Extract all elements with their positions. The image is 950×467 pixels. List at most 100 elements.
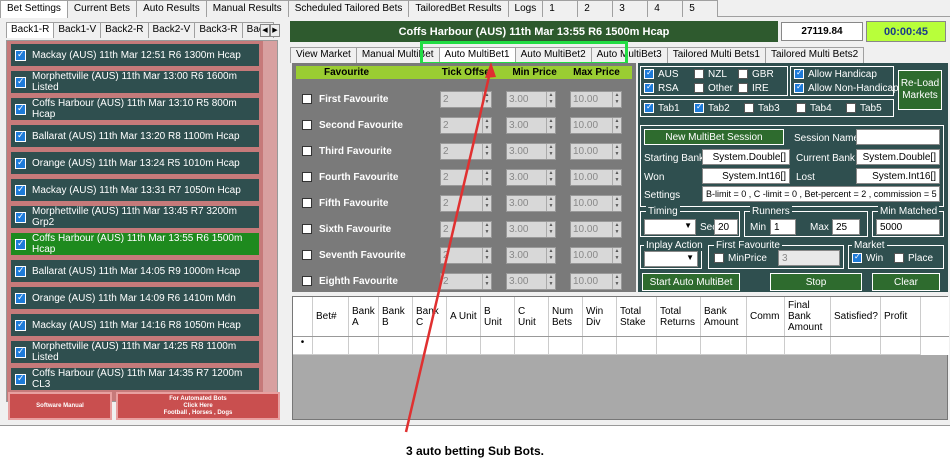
checkbox-icon[interactable] [15,292,26,304]
column-header[interactable]: Satisfied? [831,297,881,336]
tick-offset-stepper[interactable]: 2 ▲ ▼ [440,272,492,290]
spin-arrows-icon[interactable]: ▲ ▼ [546,117,555,133]
checkbox-icon[interactable] [794,82,804,94]
checkbox-icon[interactable] [694,83,704,94]
tab-tailored-multi-bets2[interactable]: Tailored Multi Bets2 [764,47,865,63]
tick-offset-stepper[interactable]: 2 ▲ ▼ [440,168,492,186]
tab-4[interactable]: 4 [647,0,684,17]
race-item[interactable]: Ballarat (AUS) 11th Mar 14:05 R9 1000m H… [11,260,259,282]
tick-offset-stepper[interactable]: 2 ▲ ▼ [440,220,492,238]
checkbox-icon[interactable] [15,130,26,142]
checkbox-icon[interactable] [714,253,724,264]
max-price-stepper[interactable]: 10.00 ▲ ▼ [570,90,622,108]
column-header[interactable]: Bank B [379,297,413,336]
checkbox-icon[interactable] [846,103,856,114]
column-header[interactable]: B Unit [481,297,515,336]
race-item[interactable]: Morphettville (AUS) 11th Mar 13:45 R7 32… [11,206,259,228]
grid-cell[interactable] [701,337,747,355]
country-aus[interactable]: AUS [644,68,679,80]
spin-arrows-icon[interactable]: ▲ ▼ [612,195,621,211]
tab-tailoredbet-results[interactable]: TailoredBet Results [408,0,509,17]
checkbox-icon[interactable] [15,238,26,250]
column-header[interactable]: Bank Amount [701,297,747,336]
column-header[interactable]: Num Bets [549,297,583,336]
tab-bet-settings[interactable]: Bet Settings [0,0,68,18]
checkbox-icon[interactable] [15,157,26,169]
start-auto-multibet-button[interactable]: Start Auto MultiBet [642,273,740,291]
min-price-stepper[interactable]: 3.00 ▲ ▼ [506,116,556,134]
grid-cell[interactable] [747,337,785,355]
tab1-checkbox[interactable]: Tab1 [644,102,680,114]
runners-max-stepper[interactable]: 25 [832,219,860,235]
grid-cell[interactable] [515,337,549,355]
tick-offset-stepper[interactable]: 2 ▲ ▼ [440,142,492,160]
tab-5[interactable]: 5 [682,0,719,17]
new-multibet-session-button[interactable]: New MultiBet Session [644,129,784,145]
allow-handicap-checkbox[interactable]: Allow Handicap [794,68,877,80]
tab3-checkbox[interactable]: Tab3 [744,103,780,114]
spin-arrows-icon[interactable]: ▲ ▼ [482,117,491,133]
column-header[interactable]: C Unit [515,297,549,336]
column-header[interactable]: Total Returns [657,297,701,336]
checkbox-icon[interactable] [852,252,862,264]
race-item[interactable]: Orange (AUS) 11th Mar 13:24 R5 1010m Hca… [11,152,259,174]
tab5-checkbox[interactable]: Tab5 [846,103,882,114]
favourite-checkbox[interactable] [302,146,312,156]
checkbox-icon[interactable] [15,211,26,223]
tab2-checkbox[interactable]: Tab2 [694,102,730,114]
race-item-selected[interactable]: Coffs Harbour (AUS) 11th Mar 13:55 R6 15… [11,233,259,255]
race-item[interactable]: Ballarat (AUS) 11th Mar 13:20 R8 1100m H… [11,125,259,147]
spin-arrows-icon[interactable]: ▲ ▼ [482,221,491,237]
grid-cell[interactable] [657,337,701,355]
tab-back2-r[interactable]: Back2-R [100,22,149,38]
spin-arrows-icon[interactable]: ▲ ▼ [546,91,555,107]
spin-arrows-icon[interactable]: ▲ ▼ [612,117,621,133]
spin-arrows-icon[interactable]: ▲ ▼ [546,169,555,185]
max-price-stepper[interactable]: 10.00 ▲ ▼ [570,168,622,186]
tick-offset-stepper[interactable]: 2 ▲ ▼ [440,246,492,264]
grid-cell[interactable] [785,337,831,355]
spin-arrows-icon[interactable]: ▲ ▼ [546,273,555,289]
tick-offset-stepper[interactable]: 2 ▲ ▼ [440,194,492,212]
min-price-stepper[interactable]: 3.00 ▲ ▼ [506,246,556,264]
checkbox-icon[interactable] [796,103,806,114]
inplay-dropdown[interactable]: ▼ [644,251,698,267]
checkbox-icon[interactable] [738,83,748,94]
max-price-stepper[interactable]: 10.00 ▲ ▼ [570,246,622,264]
tab-1[interactable]: 1 [542,0,579,17]
grid-cell[interactable] [617,337,657,355]
tab-tailored-multi-bets1[interactable]: Tailored Multi Bets1 [666,47,766,63]
favourite-checkbox[interactable] [302,250,312,260]
min-price-stepper[interactable]: 3.00 ▲ ▼ [506,194,556,212]
race-item[interactable]: Mackay (AUS) 11th Mar 13:31 R7 1050m Hca… [11,179,259,201]
sec-input[interactable]: 20 [714,219,738,235]
spin-arrows-icon[interactable]: ▲ ▼ [482,195,491,211]
tab-scheduled-tailored-bets[interactable]: Scheduled Tailored Bets [287,0,410,17]
column-header[interactable]: A Unit [447,297,481,336]
spin-arrows-icon[interactable]: ▲ ▼ [546,143,555,159]
column-header[interactable]: Final Bank Amount [785,297,831,336]
grid-cell[interactable] [447,337,481,355]
grid-cell[interactable] [413,337,447,355]
race-item[interactable]: Mackay (AUS) 11th Mar 12:51 R6 1300m Hca… [11,44,259,66]
checkbox-icon[interactable] [738,69,748,80]
tab-3[interactable]: 3 [612,0,649,17]
grid-cell[interactable] [349,337,379,355]
max-price-stepper[interactable]: 10.00 ▲ ▼ [570,116,622,134]
scroll-left-icon[interactable]: ◀ [260,24,270,37]
checkbox-icon[interactable] [694,69,704,80]
min-price-stepper[interactable]: 3.00 ▲ ▼ [506,142,556,160]
lost-field[interactable]: System.Int16[] [856,168,940,184]
checkbox-icon[interactable] [744,103,754,114]
column-header[interactable]: Comm [747,297,785,336]
grid-new-row[interactable]: • [293,337,949,355]
won-field[interactable]: System.Int16[] [702,168,790,184]
min-price-stepper[interactable]: 3.00 ▲ ▼ [506,220,556,238]
tab-back1-v[interactable]: Back1-V [53,22,102,38]
race-item[interactable]: Morphettville (AUS) 11th Mar 13:00 R6 16… [11,71,259,93]
scroll-right-icon[interactable]: ▶ [270,24,280,37]
max-price-stepper[interactable]: 10.00 ▲ ▼ [570,194,622,212]
starting-bank-field[interactable]: System.Double[] [702,149,790,165]
spin-arrows-icon[interactable]: ▲ ▼ [482,247,491,263]
tab-back2-v[interactable]: Back2-V [147,22,196,38]
